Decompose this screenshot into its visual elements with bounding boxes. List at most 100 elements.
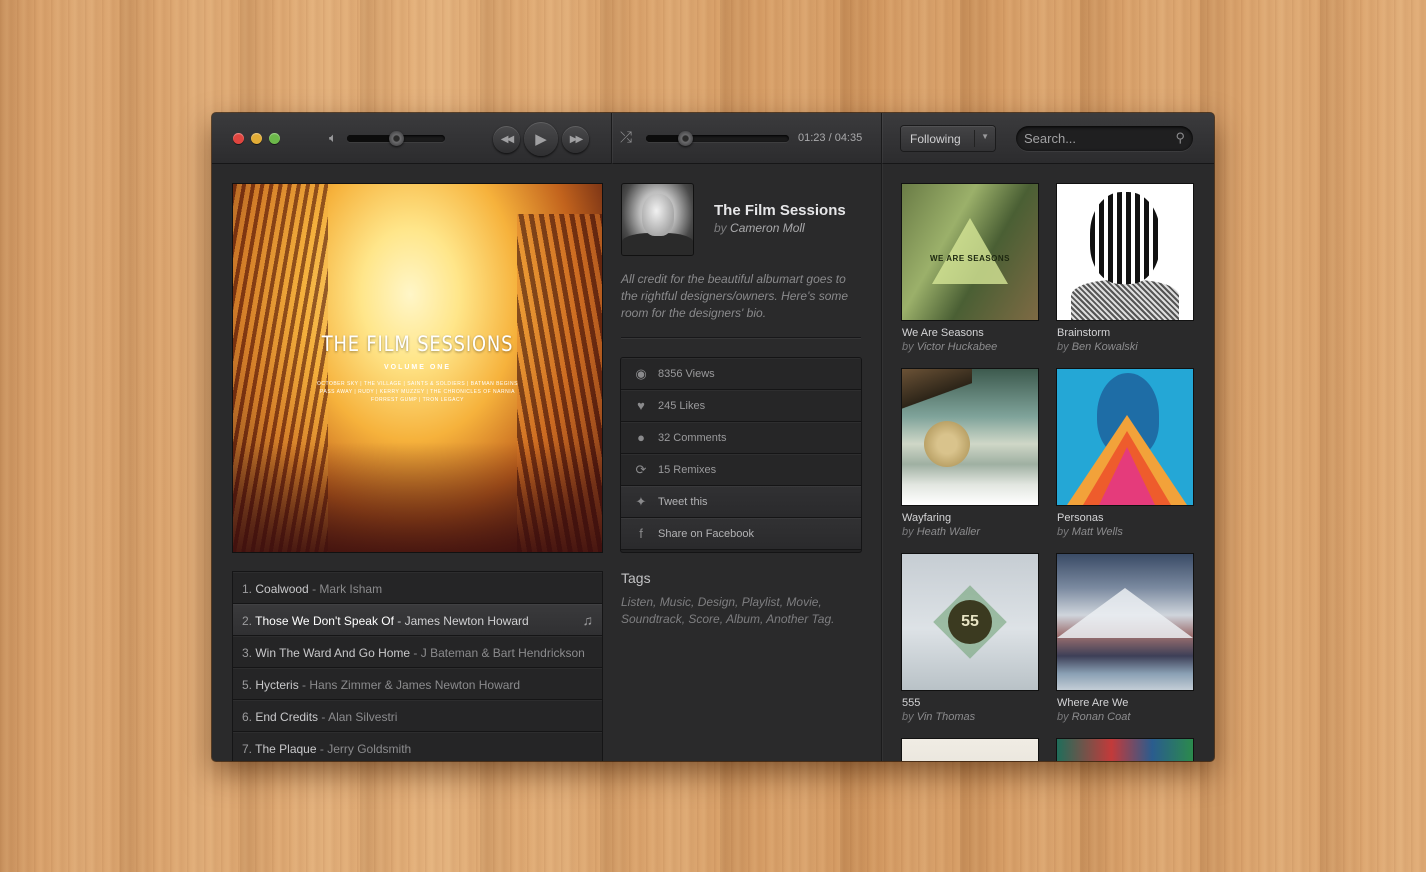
following-dropdown[interactable]: Following ▼ bbox=[901, 126, 995, 151]
track-row[interactable]: 2. Those We Don't Speak Of - James Newto… bbox=[233, 604, 602, 636]
track-title: Win The Ward And Go Home bbox=[255, 646, 411, 660]
volume-slider-knob[interactable] bbox=[389, 131, 404, 146]
progress-slider[interactable] bbox=[646, 131, 789, 146]
transport-controls: ◀◀ ▶ ▶▶ bbox=[493, 122, 589, 156]
search-input[interactable] bbox=[1024, 130, 1164, 147]
fast-forward-button[interactable]: ▶▶ bbox=[562, 125, 589, 153]
track-title: The Plaque bbox=[255, 742, 317, 756]
related-album-artist[interactable]: Ben Kowalski bbox=[1072, 341, 1138, 353]
album-art[interactable] bbox=[1057, 739, 1193, 761]
album-cover[interactable]: THE FILM SESSIONS VOLUME ONE OCTOBER SKY… bbox=[233, 184, 602, 552]
related-album-card[interactable]: 55 555 by Vin Thomas bbox=[902, 554, 1038, 723]
album-byline: by Cameron Moll bbox=[714, 221, 805, 235]
stat-remix[interactable]: ⟳ 15 Remixes bbox=[621, 454, 861, 486]
search-icon[interactable]: ⚲ bbox=[1175, 130, 1185, 146]
related-album-artist[interactable]: Ronan Coat bbox=[1072, 711, 1131, 723]
related-album-artist[interactable]: Victor Huckabee bbox=[917, 341, 998, 353]
byline-prefix: by bbox=[902, 526, 914, 538]
art-triangle bbox=[932, 218, 1008, 284]
fast-forward-icon: ▶▶ bbox=[569, 133, 583, 145]
stats-list: ◉ 8356 Views ♥ 245 Likes ● 32 Comments ⟳ 15 Rem… bbox=[621, 358, 861, 552]
tags-heading: Tags bbox=[621, 570, 651, 586]
related-album-title: Personas bbox=[1057, 512, 1104, 524]
volume-slider[interactable] bbox=[347, 131, 445, 146]
related-album-byline: by Ronan Coat bbox=[1057, 711, 1130, 723]
track-row[interactable]: 5. Hycteris - Hans Zimmer & James Newton… bbox=[233, 668, 602, 700]
album-art[interactable] bbox=[1057, 369, 1193, 505]
album-artist-link[interactable]: Cameron Moll bbox=[730, 221, 805, 235]
music-note-icon: ♫ bbox=[582, 612, 594, 628]
track-separator: - bbox=[298, 678, 310, 692]
toolbar-divider bbox=[611, 113, 612, 164]
related-album-title: 555 bbox=[902, 697, 921, 709]
track-list: 1. Coalwood - Mark Isham 2. Those We Don'… bbox=[233, 572, 602, 761]
artist-bio: All credit for the beautiful albumart go… bbox=[621, 272, 849, 320]
minimize-window-button[interactable] bbox=[251, 133, 262, 144]
related-album-card[interactable]: Brainstorm by Ben Kowalski bbox=[1057, 184, 1193, 353]
album-art[interactable] bbox=[902, 369, 1038, 505]
play-button[interactable]: ▶ bbox=[524, 122, 558, 156]
album-art[interactable] bbox=[902, 739, 1038, 761]
toolbar: 🔈︎ ◀◀ ▶ ▶▶ ⤮ 01:23 / 04:35 Following ▼ ⚲ bbox=[212, 113, 1214, 164]
window-controls bbox=[233, 133, 280, 144]
following-dropdown-value: Following bbox=[910, 132, 961, 146]
remix-icon: ⟳ bbox=[635, 462, 647, 477]
cover-subtitle: VOLUME ONE bbox=[383, 364, 452, 371]
track-title: Those We Don't Speak Of bbox=[255, 614, 394, 628]
stat-twitter[interactable]: ✦ Tweet this bbox=[621, 486, 861, 518]
heart-icon: ♥ bbox=[637, 398, 645, 413]
track-title: Hycteris bbox=[255, 678, 299, 692]
twitter-icon: ✦ bbox=[635, 494, 647, 509]
track-separator: - bbox=[308, 582, 320, 596]
artist-avatar[interactable] bbox=[622, 184, 693, 255]
cover-street bbox=[233, 442, 602, 552]
track-artist: Jerry Goldsmith bbox=[327, 742, 412, 756]
cover-track-line: PASS AWAY | RUDY | KERRY MUZZEY | THE CH… bbox=[320, 389, 515, 395]
avatar-face bbox=[642, 194, 674, 236]
rewind-button[interactable]: ◀◀ bbox=[493, 125, 520, 153]
album-art[interactable] bbox=[1057, 184, 1193, 320]
track-number: 1. bbox=[242, 582, 253, 596]
time-display: 01:23 / 04:35 bbox=[798, 132, 863, 144]
stat-label: 32 Comments bbox=[658, 432, 727, 444]
art-shape bbox=[1090, 192, 1160, 284]
related-album-card[interactable] bbox=[902, 739, 1038, 761]
track-row[interactable]: 6. End Credits - Alan Silvestri bbox=[233, 700, 602, 732]
close-window-button[interactable] bbox=[233, 133, 244, 144]
cover-track-line: FORREST GUMP | TRON LEGACY bbox=[371, 397, 464, 403]
shuffle-icon[interactable]: ⤮ bbox=[620, 129, 632, 146]
album-art[interactable]: WE ARE SEASONS bbox=[902, 184, 1038, 320]
track-row[interactable]: 7. The Plaque - Jerry Goldsmith bbox=[233, 732, 602, 761]
progress-slider-knob[interactable] bbox=[677, 131, 693, 146]
related-album-card[interactable]: Personas by Matt Wells bbox=[1057, 369, 1193, 538]
art-shape bbox=[1071, 280, 1179, 320]
stat-eye[interactable]: ◉ 8356 Views bbox=[621, 358, 861, 390]
related-album-artist[interactable]: Matt Wells bbox=[1072, 526, 1123, 538]
stat-facebook[interactable]: f Share on Facebook bbox=[621, 518, 861, 550]
track-row[interactable]: 3. Win The Ward And Go Home - J Bateman … bbox=[233, 636, 602, 668]
album-art[interactable] bbox=[1057, 554, 1193, 690]
track-artist: Hans Zimmer & James Newton Howard bbox=[309, 678, 521, 692]
byline-prefix: by bbox=[714, 221, 727, 235]
track-row[interactable]: 1. Coalwood - Mark Isham bbox=[233, 572, 602, 604]
related-album-artist[interactable]: Vin Thomas bbox=[917, 711, 976, 723]
related-album-artist[interactable]: Heath Waller bbox=[917, 526, 980, 538]
album-art[interactable]: 55 bbox=[902, 554, 1038, 690]
stat-comment[interactable]: ● 32 Comments bbox=[621, 422, 861, 454]
related-album-card[interactable] bbox=[1057, 739, 1193, 761]
caret-down-icon: ▼ bbox=[981, 132, 989, 141]
stat-label: Share on Facebook bbox=[658, 528, 755, 540]
stat-heart[interactable]: ♥ 245 Likes bbox=[621, 390, 861, 422]
track-separator: - bbox=[318, 710, 329, 724]
byline-prefix: by bbox=[902, 711, 914, 723]
related-album-card[interactable]: WE ARE SEASONS We Are Seasons by Victor Hu… bbox=[902, 184, 1038, 353]
track-number: 7. bbox=[242, 742, 253, 756]
comment-icon: ● bbox=[637, 430, 645, 445]
track-separator: - bbox=[410, 646, 421, 660]
related-album-card[interactable]: Wayfaring by Heath Waller bbox=[902, 369, 1038, 538]
track-number: 3. bbox=[242, 646, 253, 660]
art-text: 55 bbox=[948, 600, 992, 644]
zoom-window-button[interactable] bbox=[269, 133, 280, 144]
related-album-byline: by Ben Kowalski bbox=[1057, 341, 1138, 353]
related-album-card[interactable]: Where Are We by Ronan Coat bbox=[1057, 554, 1193, 723]
